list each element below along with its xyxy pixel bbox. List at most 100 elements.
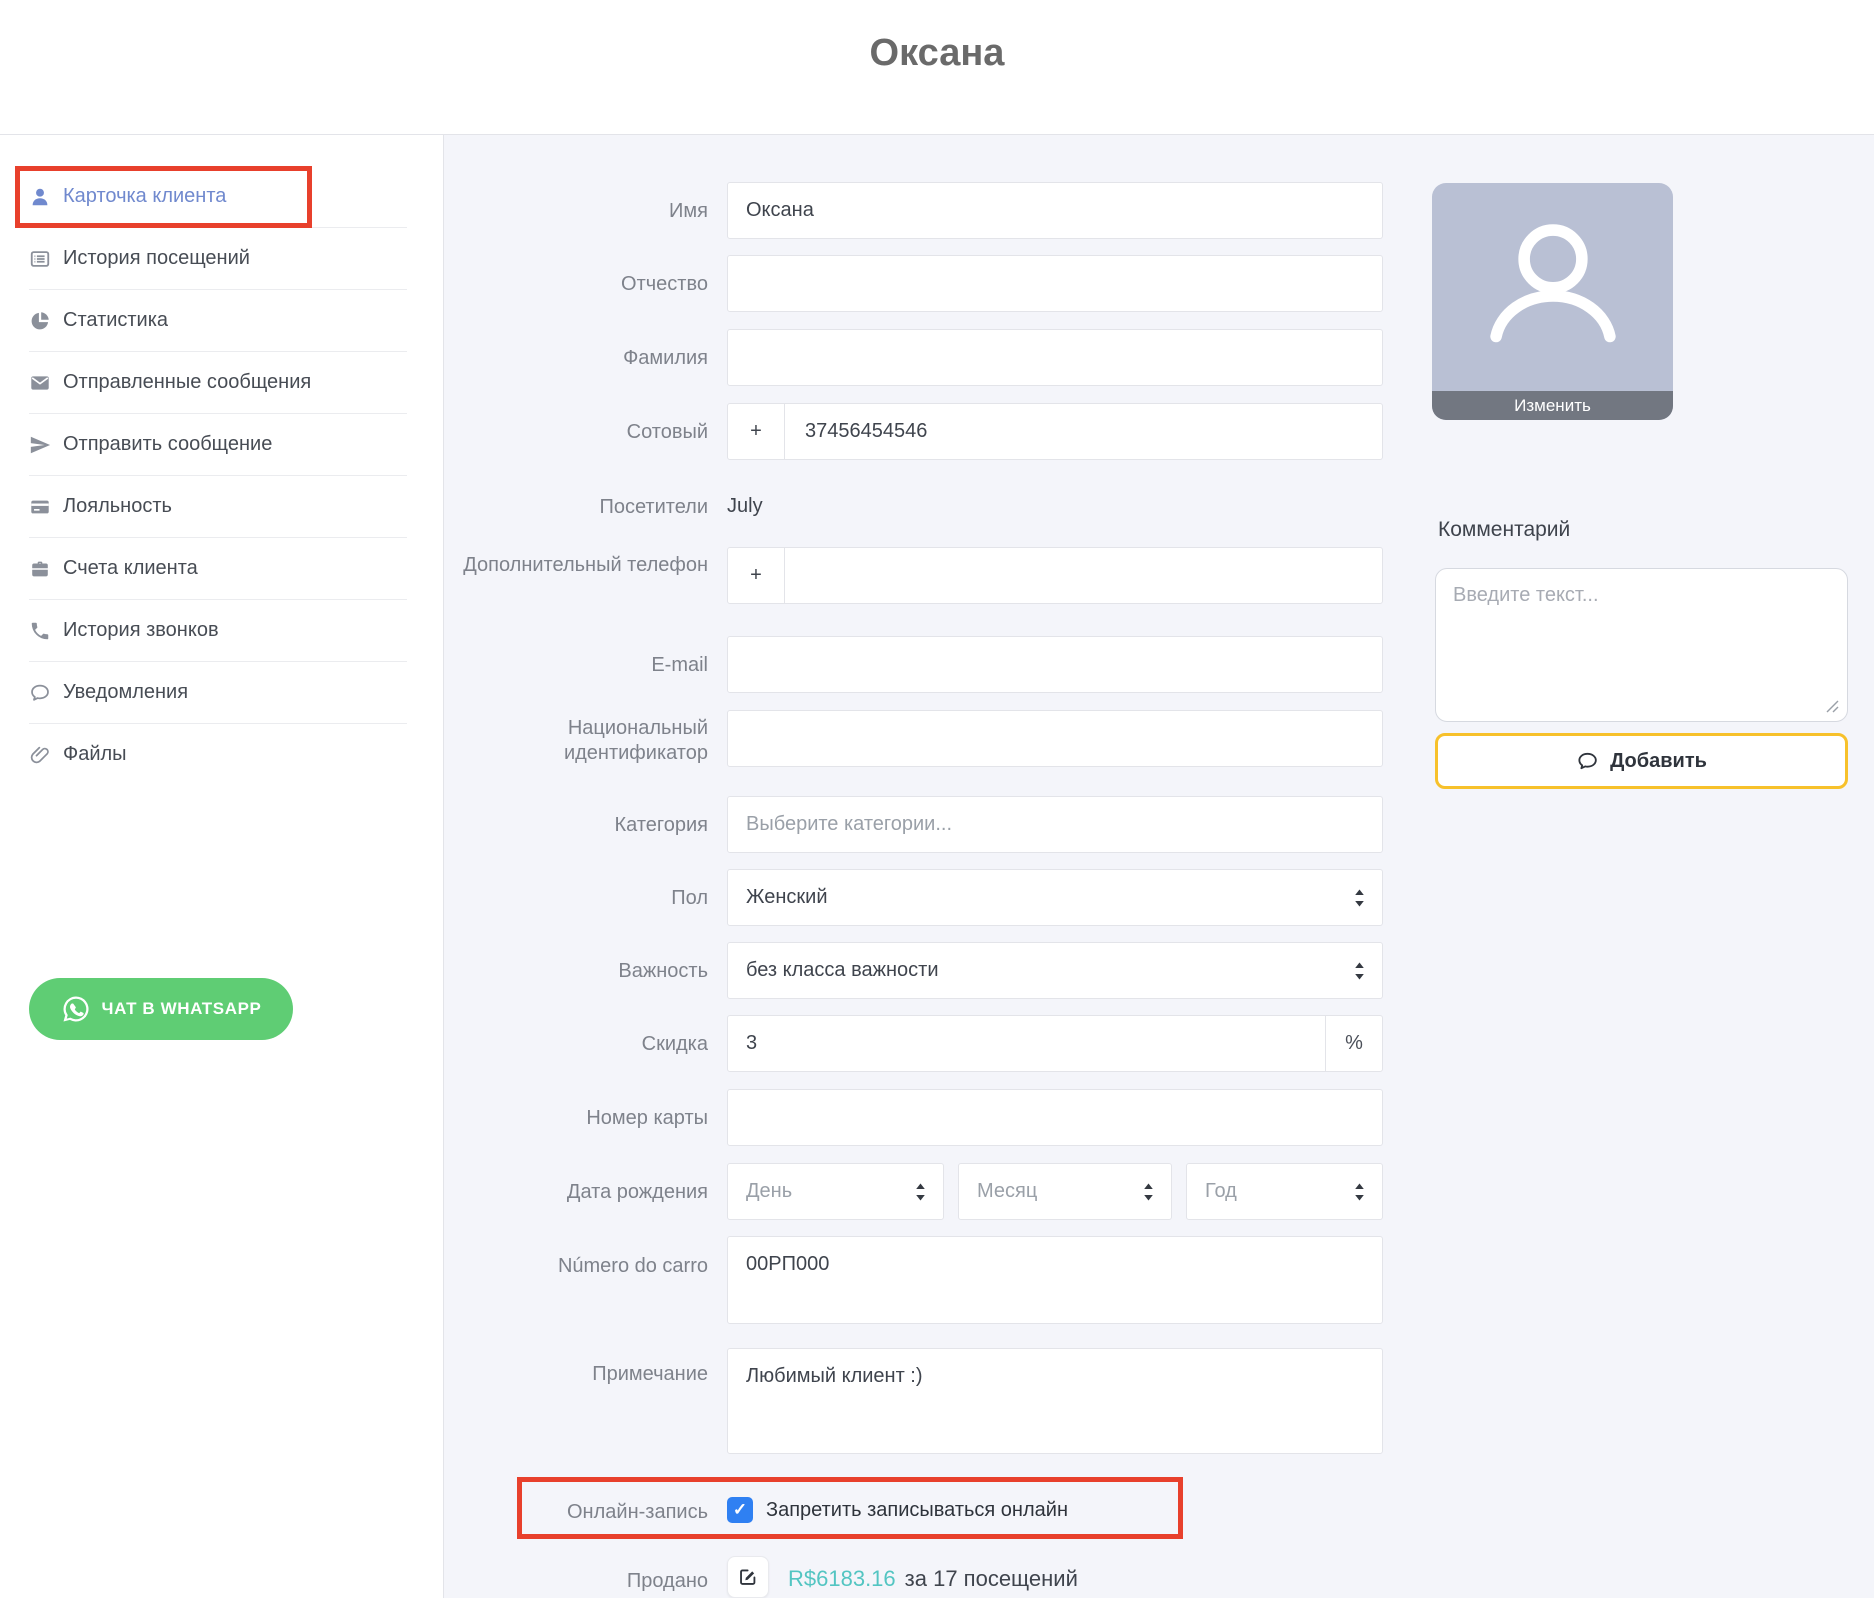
sidebar-item-label: Статистика — [63, 309, 168, 332]
percent-suffix: % — [1325, 1015, 1383, 1072]
birth-year-value: Год — [1205, 1180, 1237, 1203]
sidebar-item-label: Файлы — [63, 743, 127, 766]
birth-date-label: Дата рождения — [443, 1180, 708, 1205]
person-silhouette-icon — [1470, 205, 1635, 370]
gender-value: Женский — [746, 886, 827, 909]
online-booking-checkbox[interactable] — [727, 1497, 753, 1523]
whatsapp-chat-label: ЧАТ В WHATSAPP — [102, 999, 262, 1019]
client-avatar[interactable]: Изменить — [1432, 183, 1673, 420]
category-label: Категория — [443, 813, 708, 838]
user-icon — [29, 186, 51, 208]
name-input[interactable] — [727, 182, 1383, 239]
middle-name-input[interactable] — [727, 255, 1383, 312]
select-arrows-icon — [1353, 1180, 1366, 1204]
paperclip-icon — [29, 744, 51, 766]
speech-bubble-icon — [1576, 750, 1599, 773]
middle-name-label: Отчество — [443, 272, 708, 297]
birth-year-select[interactable]: Год — [1186, 1163, 1383, 1220]
name-label: Имя — [443, 199, 708, 224]
last-name-label: Фамилия — [443, 346, 708, 371]
sidebar-nav: Карточка клиента История посещений Стати… — [0, 166, 443, 785]
online-booking-checkbox-label: Запретить записываться онлайн — [766, 1499, 1068, 1522]
card-number-input[interactable] — [727, 1089, 1383, 1146]
note-label: Примечание — [443, 1362, 708, 1387]
sidebar-item-label: Карточка клиента — [63, 185, 226, 208]
sidebar-item-client-accounts[interactable]: Счета клиента — [29, 538, 407, 600]
sidebar-item-label: Уведомления — [63, 681, 188, 704]
whatsapp-chat-button[interactable]: ЧАТ В WHATSAPP — [29, 978, 293, 1040]
extra-phone-control: + — [727, 547, 1383, 604]
mobile-input[interactable] — [785, 404, 1382, 459]
national-id-label: Национальный идентификатор — [443, 716, 708, 766]
add-comment-label: Добавить — [1610, 750, 1707, 773]
envelope-icon — [29, 372, 51, 394]
whatsapp-icon — [61, 994, 91, 1024]
national-id-input[interactable] — [727, 710, 1383, 767]
sidebar-item-label: История звонков — [63, 619, 219, 642]
category-input[interactable] — [727, 796, 1383, 853]
phone-prefix: + — [728, 548, 785, 603]
sold-value: R$6183.16 за 17 посещений — [788, 1566, 1078, 1592]
mobile-phone-control: + — [727, 403, 1383, 460]
card-number-label: Номер карты — [443, 1106, 708, 1131]
sold-amount-link[interactable]: R$6183.16 — [788, 1566, 896, 1592]
paper-plane-icon — [29, 434, 51, 456]
online-booking-label: Онлайн-запись — [443, 1500, 708, 1525]
page-header: Оксана — [0, 0, 1874, 135]
sidebar-item-label: Отправленные сообщения — [63, 371, 311, 394]
pie-chart-icon — [29, 310, 51, 332]
comment-textarea[interactable] — [1435, 568, 1848, 722]
sidebar-item-client-card[interactable]: Карточка клиента — [29, 166, 407, 228]
sidebar-item-loyalty[interactable]: Лояльность — [29, 476, 407, 538]
select-arrows-icon — [1353, 959, 1366, 983]
birth-month-value: Месяц — [977, 1180, 1037, 1203]
phone-prefix: + — [728, 404, 785, 459]
sold-visits-text: за 17 посещений — [905, 1566, 1078, 1592]
select-arrows-icon — [914, 1180, 927, 1204]
sidebar-item-sent-messages[interactable]: Отправленные сообщения — [29, 352, 407, 414]
email-input[interactable] — [727, 636, 1383, 693]
add-comment-button[interactable]: Добавить — [1435, 733, 1848, 789]
extra-phone-input[interactable] — [785, 548, 1382, 603]
list-icon — [29, 248, 51, 270]
discount-input[interactable] — [727, 1015, 1326, 1072]
comment-label: Комментарий — [1438, 518, 1570, 542]
importance-label: Важность — [443, 959, 708, 984]
email-label: E-mail — [443, 653, 708, 678]
visitors-label: Посетители — [443, 495, 708, 520]
sidebar-item-files[interactable]: Файлы — [29, 724, 407, 785]
car-number-label: Número do carro — [443, 1254, 708, 1279]
birth-day-value: День — [746, 1180, 792, 1203]
birth-month-select[interactable]: Месяц — [958, 1163, 1172, 1220]
sidebar-item-statistics[interactable]: Статистика — [29, 290, 407, 352]
select-arrows-icon — [1142, 1180, 1155, 1204]
sidebar-item-call-history[interactable]: История звонков — [29, 600, 407, 662]
sidebar-item-notifications[interactable]: Уведомления — [29, 662, 407, 724]
pencil-square-icon — [737, 1566, 759, 1588]
note-textarea[interactable]: Любимый клиент :) — [727, 1348, 1383, 1454]
sidebar-item-label: Отправить сообщение — [63, 433, 272, 456]
sidebar-item-label: Лояльность — [63, 495, 172, 518]
page-title: Оксана — [0, 32, 1874, 75]
gender-label: Пол — [443, 886, 708, 911]
phone-icon — [29, 620, 51, 642]
last-name-input[interactable] — [727, 329, 1383, 386]
change-photo-button[interactable]: Изменить — [1432, 391, 1673, 420]
gender-select[interactable]: Женский — [727, 869, 1383, 926]
discount-label: Скидка — [443, 1032, 708, 1057]
car-number-input[interactable]: 00РП000 — [727, 1236, 1383, 1324]
extra-phone-label: Дополнительный телефон — [443, 553, 708, 578]
briefcase-icon — [29, 558, 51, 580]
importance-value: без класса важности — [746, 959, 939, 982]
discount-control: % — [727, 1015, 1383, 1072]
mobile-label: Сотовый — [443, 420, 708, 445]
sidebar: Карточка клиента История посещений Стати… — [0, 135, 443, 1598]
sidebar-item-label: История посещений — [63, 247, 250, 270]
edit-sold-button[interactable] — [727, 1556, 769, 1598]
sidebar-item-label: Счета клиента — [63, 557, 198, 580]
birth-day-select[interactable]: День — [727, 1163, 944, 1220]
sidebar-item-send-message[interactable]: Отправить сообщение — [29, 414, 407, 476]
sidebar-item-visit-history[interactable]: История посещений — [29, 228, 407, 290]
importance-select[interactable]: без класса важности — [727, 942, 1383, 999]
select-arrows-icon — [1353, 886, 1366, 910]
